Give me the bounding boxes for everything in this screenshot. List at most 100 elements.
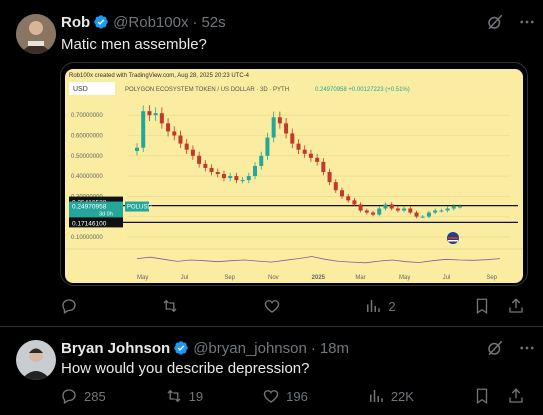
candle-body <box>197 155 202 164</box>
author-name[interactable]: Rob <box>61 14 90 31</box>
candle-body <box>439 210 444 212</box>
tweet-top-icons <box>486 339 536 357</box>
tweet-bryan[interactable]: Bryan Johnson @bryan_johnson · 18m How w… <box>0 327 543 415</box>
candle-body <box>451 206 456 209</box>
more-icon[interactable] <box>518 339 536 357</box>
candle-body <box>315 157 320 162</box>
like-button[interactable]: 196 <box>262 387 308 405</box>
candle-body <box>352 200 357 205</box>
bookmark-icon[interactable] <box>473 387 491 405</box>
more-icon[interactable] <box>518 13 536 31</box>
candle-body <box>166 123 171 132</box>
share-icon[interactable] <box>507 297 525 315</box>
tradingview-chart: Rob100x created with TradingView.com, Au… <box>65 69 523 283</box>
candle-body <box>209 167 214 172</box>
y-tick-label: 0.40000000 <box>71 174 103 180</box>
candle-body <box>327 172 332 183</box>
last-price-tag: 0.24970958 <box>72 204 107 211</box>
candle-body <box>240 180 245 182</box>
retweet-icon <box>163 299 177 313</box>
candle-body <box>445 208 450 211</box>
tweet-header: Bryan Johnson @bryan_johnson · 18m <box>61 338 349 358</box>
bookmark-icon[interactable] <box>473 297 491 315</box>
candle-body <box>159 113 164 124</box>
x-tick-label: Jul <box>181 275 189 281</box>
share-icon[interactable] <box>507 387 525 405</box>
candle-body <box>358 204 363 211</box>
reply-count: 285 <box>84 388 106 404</box>
candle-body <box>190 149 195 156</box>
candle-body <box>153 113 158 116</box>
timestamp[interactable]: 18m <box>320 340 349 357</box>
chart-grid <box>127 114 510 238</box>
avatar-bryan[interactable] <box>16 340 56 380</box>
like-count: 196 <box>286 388 308 404</box>
candle-body <box>178 135 183 144</box>
candle-body <box>228 176 233 179</box>
avatar-rob-image <box>16 14 56 54</box>
timestamp[interactable]: 52s <box>201 14 225 31</box>
author-handle[interactable]: @bryan_johnson <box>193 340 307 357</box>
views-icon <box>367 300 381 312</box>
chart-header-text: Rob100x created with TradingView.com, Au… <box>69 73 250 79</box>
candle-body <box>215 172 220 175</box>
candle-body <box>234 176 239 181</box>
y-tick-label: 0.60000000 <box>71 134 103 140</box>
author-handle[interactable]: @Rob100x <box>113 14 188 31</box>
reply-button[interactable] <box>60 297 84 315</box>
verified-badge-icon[interactable] <box>173 340 189 356</box>
candle-body <box>296 143 301 150</box>
candle-body <box>414 212 419 217</box>
tweet-actions: 2 <box>60 295 525 317</box>
grok-icon[interactable] <box>486 13 504 31</box>
x-tick-label: Nov <box>268 275 279 281</box>
candle-body <box>265 137 270 156</box>
chart-quote: 0.24970958 +0.00127223 (+0.51%) <box>315 87 410 93</box>
tweet-rob[interactable]: Rob @Rob100x · 52s Matic men assemble? R… <box>0 0 543 326</box>
views-icon <box>369 390 383 402</box>
candle-body <box>339 190 344 197</box>
candle-body <box>402 208 407 211</box>
author-name[interactable]: Bryan Johnson <box>61 340 170 357</box>
candle-body <box>458 206 462 208</box>
avatar-bryan-image <box>16 340 56 380</box>
views-button[interactable]: 2 <box>364 297 396 315</box>
separator-dot: · <box>192 13 198 31</box>
reply-icon <box>62 299 76 314</box>
candle-body <box>147 111 152 116</box>
reply-button[interactable]: 285 <box>60 387 106 405</box>
candle-body <box>302 149 307 154</box>
views-button[interactable]: 22K <box>367 387 414 405</box>
lower-level-tag: 0.17146100 <box>72 220 107 227</box>
like-button[interactable] <box>263 297 287 315</box>
candle-body <box>308 153 313 158</box>
like-icon <box>263 390 279 403</box>
avatar-rob[interactable] <box>16 14 56 54</box>
chart-canvas: Rob100x created with TradingView.com, Au… <box>65 73 523 281</box>
candle-body <box>290 133 295 144</box>
y-tick-label: 0.70000000 <box>71 113 103 119</box>
candle-body <box>203 163 208 168</box>
verified-badge-icon[interactable] <box>93 14 109 30</box>
retweet-button[interactable] <box>161 297 185 315</box>
candle-body <box>408 208 413 213</box>
candle-body <box>253 165 258 177</box>
separator-dot: · <box>310 339 316 357</box>
tweet-actions-right <box>473 387 525 405</box>
candle-body <box>383 204 388 209</box>
symbol-tag: POLUSD <box>127 205 152 211</box>
chart-image-card[interactable]: Rob100x created with TradingView.com, Au… <box>60 62 528 286</box>
candle-body <box>184 143 189 150</box>
x-tick-label: Sep <box>224 275 235 281</box>
retweet-button[interactable]: 19 <box>165 387 203 405</box>
candle-body <box>389 204 394 209</box>
tweet-actions-right <box>473 297 525 315</box>
x-tick-label: 2025 <box>312 275 326 281</box>
grok-icon[interactable] <box>486 339 504 357</box>
candles <box>135 105 462 219</box>
candle-body <box>420 216 425 218</box>
reply-icon <box>62 389 76 404</box>
candle-body <box>141 111 146 148</box>
candle-body <box>271 117 276 138</box>
candle-body <box>426 212 431 217</box>
